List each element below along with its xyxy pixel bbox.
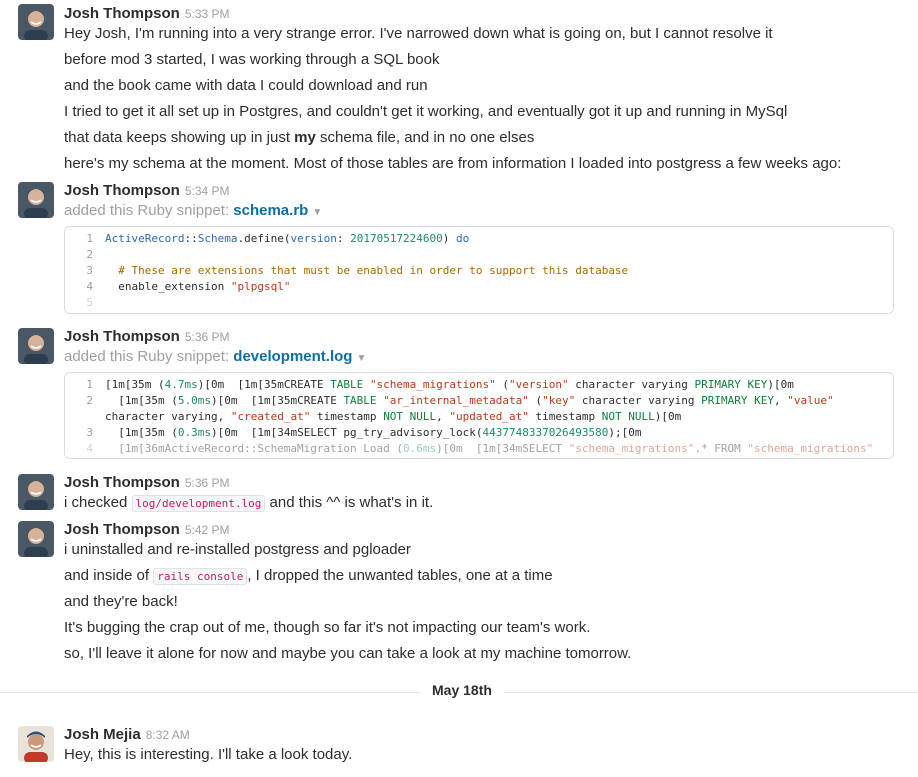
snippet-prefix: added this Ruby snippet: xyxy=(64,348,234,365)
message-text: , I dropped the unwanted tables, one at … xyxy=(247,567,553,584)
code-line: 3 # These are extensions that must be en… xyxy=(65,263,893,279)
bold-text: my xyxy=(294,129,316,146)
code-snippet[interactable]: 1 [1m[35m (4.7ms)[0m [1m[35mCREATE TABLE … xyxy=(64,372,894,459)
avatar[interactable] xyxy=(18,328,54,364)
code-line: 4 enable_extension "plpgsql" xyxy=(65,279,893,295)
message-text: that data keeps showing up in just xyxy=(64,129,295,146)
chevron-down-icon[interactable]: ▼ xyxy=(312,207,322,218)
day-divider-label[interactable]: May 18th xyxy=(420,682,504,698)
timestamp[interactable]: 5:42 PM xyxy=(185,523,230,537)
line-number: 2 xyxy=(86,248,93,261)
code-line: 4 [1m[36mActiveRecord::SchemaMigration L… xyxy=(65,441,893,457)
message-line: Hey, this is interesting. I'll take a lo… xyxy=(64,746,353,763)
code-snippet[interactable]: 1 ActiveRecord::Schema.define(version: 20… xyxy=(64,226,894,314)
code-text: [1m[36mActiveRecord::SchemaMigration Loa… xyxy=(105,442,874,455)
code-line: character varying, "created_at" timestam… xyxy=(65,409,893,425)
line-number: 4 xyxy=(86,280,93,293)
author-name[interactable]: Josh Thompson xyxy=(64,328,180,345)
code-text: [1m[35m (0.3ms)[0m [1m[34mSELECT pg_try_… xyxy=(105,426,642,439)
line-number: 2 xyxy=(86,394,93,407)
code-text: [1m[35m (5.0ms)[0m [1m[35mCREATE TABLE "… xyxy=(105,394,834,407)
message-line: i uninstalled and re-installed postgress… xyxy=(64,541,411,558)
snippet-prefix: added this Ruby snippet: xyxy=(64,202,234,219)
code-text: [1m[35m (4.7ms)[0m [1m[35mCREATE TABLE "… xyxy=(105,378,794,391)
snippet-meta: added this Ruby snippet: schema.rb ▼ xyxy=(64,202,322,219)
code-line: 3 [1m[35m (0.3ms)[0m [1m[34mSELECT pg_tr… xyxy=(65,425,893,441)
avatar[interactable] xyxy=(18,521,54,557)
line-number: 3 xyxy=(86,264,93,277)
message-text: and inside of xyxy=(64,567,154,584)
inline-code: log/development.log xyxy=(131,495,266,512)
author-name[interactable]: Josh Thompson xyxy=(64,5,180,22)
message-line: and they're back! xyxy=(64,593,178,610)
message-line: and the book came with data I could down… xyxy=(64,77,428,94)
message-text: and this ^^ is what's in it. xyxy=(265,494,434,511)
code-line: 2 xyxy=(65,247,893,263)
message-line: so, I'll leave it alone for now and mayb… xyxy=(64,645,632,662)
snippet-filename[interactable]: development.log xyxy=(233,348,352,365)
chevron-down-icon[interactable]: ▼ xyxy=(356,353,366,364)
avatar[interactable] xyxy=(18,474,54,510)
code-line: 2 [1m[35m (5.0ms)[0m [1m[35mCREATE TABLE… xyxy=(65,393,893,409)
line-number: 3 xyxy=(86,426,93,439)
code-line: 1 [1m[35m (4.7ms)[0m [1m[35mCREATE TABLE … xyxy=(65,377,893,393)
code-line: 1 ActiveRecord::Schema.define(version: 20… xyxy=(65,231,893,247)
message-text: schema file, and in no one elses xyxy=(320,129,535,146)
message-line: Hey Josh, I'm running into a very strang… xyxy=(64,25,773,42)
code-line: 5 xyxy=(65,295,893,311)
code-text: enable_extension "plpgsql" xyxy=(105,280,291,293)
message-line: that data keeps showing up in just my sc… xyxy=(64,128,534,148)
avatar[interactable] xyxy=(18,182,54,218)
code-text: # These are extensions that must be enab… xyxy=(105,264,629,277)
line-number: 1 xyxy=(86,232,93,245)
message-line: and inside of rails console, I dropped t… xyxy=(64,566,553,587)
message-line: here's my schema at the moment. Most of … xyxy=(64,155,842,172)
line-number: 5 xyxy=(86,296,93,309)
code-text: character varying, "created_at" timestam… xyxy=(105,410,682,423)
author-name[interactable]: Josh Thompson xyxy=(64,521,180,538)
author-name[interactable]: Josh Thompson xyxy=(64,182,180,199)
snippet-filename[interactable]: schema.rb xyxy=(233,202,308,219)
message-line: It's bugging the crap out of me, though … xyxy=(64,619,591,636)
message-line: before mod 3 started, I was working thro… xyxy=(64,51,440,68)
author-name[interactable]: Josh Mejia xyxy=(64,726,141,743)
message-line: i checked log/development.log and this ^… xyxy=(64,493,433,514)
timestamp[interactable]: 5:36 PM xyxy=(185,330,230,344)
snippet-meta: added this Ruby snippet: development.log… xyxy=(64,348,366,365)
avatar[interactable] xyxy=(18,726,54,762)
code-text: ActiveRecord::Schema.define(version: 201… xyxy=(105,232,470,245)
timestamp[interactable]: 8:32 AM xyxy=(146,728,190,742)
message-text: i checked xyxy=(64,494,132,511)
timestamp[interactable]: 5:36 PM xyxy=(185,476,230,490)
line-number: 1 xyxy=(86,378,93,391)
avatar[interactable] xyxy=(18,4,54,40)
message-line: I tried to get it all set up in Postgres… xyxy=(64,103,788,120)
line-number: 4 xyxy=(86,442,93,455)
timestamp[interactable]: 5:34 PM xyxy=(185,184,230,198)
author-name[interactable]: Josh Thompson xyxy=(64,474,180,491)
inline-code: rails console xyxy=(153,568,248,585)
timestamp[interactable]: 5:33 PM xyxy=(185,7,230,21)
